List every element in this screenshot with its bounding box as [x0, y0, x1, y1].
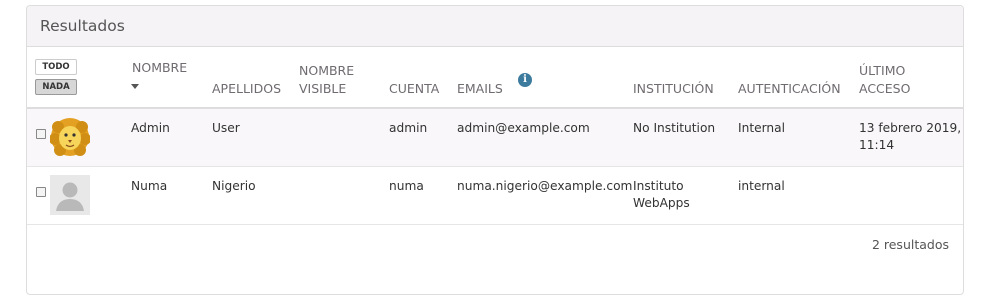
- column-header-institucion[interactable]: INSTITUCIÓN: [633, 80, 714, 98]
- panel-title: Resultados: [27, 6, 963, 47]
- select-all-button[interactable]: TODO: [35, 59, 77, 75]
- row-select-checkbox[interactable]: [36, 129, 46, 139]
- row-institucion-line1: Instituto: [633, 179, 684, 193]
- column-header-cuenta[interactable]: CUENTA: [389, 80, 439, 98]
- select-none-button[interactable]: NADA: [35, 79, 77, 95]
- column-header-nombre[interactable]: NOMBRE: [132, 59, 187, 77]
- lion-avatar-icon: [50, 118, 90, 156]
- column-header-ultimo-acceso-line2: ACCESO: [859, 81, 911, 96]
- row-ultimo-acceso: 13 febrero 2019, 11:14: [859, 120, 961, 154]
- table-row: Numa Nigerio numa numa.nigerio@example.c…: [27, 167, 963, 225]
- row-institucion-line1: No Institution: [633, 121, 716, 135]
- row-ultimo-acceso-line2: 11:14: [859, 138, 895, 152]
- row-nombre: Numa: [131, 179, 168, 193]
- row-select-checkbox[interactable]: [36, 187, 46, 197]
- row-autenticacion: internal: [738, 179, 785, 193]
- column-header-nombre-visible[interactable]: NOMBRE VISIBLE: [299, 62, 354, 98]
- results-count: 2 resultados: [871, 237, 949, 252]
- table-header: TODO NADA NOMBRE APELLIDOS NOMBRE VISIBL…: [27, 47, 963, 109]
- row-institucion: No Institution: [633, 120, 715, 137]
- sort-desc-icon[interactable]: [131, 84, 139, 89]
- column-header-nombre-visible-line2: VISIBLE: [299, 81, 347, 96]
- row-cuenta: numa: [389, 179, 424, 193]
- row-autenticacion: Internal: [738, 121, 785, 135]
- row-institucion: Instituto WebApps: [633, 178, 690, 212]
- row-email: admin@example.com: [457, 121, 590, 135]
- row-nombre: Admin: [131, 121, 170, 135]
- results-panel: Resultados TODO NADA NOMBRE APELLIDOS NO…: [26, 5, 964, 295]
- column-header-nombre-visible-line1: NOMBRE: [299, 63, 355, 78]
- table-row: Admin User admin admin@example.com No In…: [27, 109, 963, 167]
- row-apellidos: Nigerio: [212, 179, 256, 193]
- row-email: numa.nigerio@example.com: [457, 179, 633, 193]
- column-header-ultimo-acceso[interactable]: ÚLTIMO ACCESO: [859, 62, 910, 98]
- row-ultimo-acceso-line1: 13 febrero 2019,: [859, 121, 962, 135]
- column-header-autenticacion[interactable]: AUTENTICACIÓN: [738, 80, 841, 98]
- row-apellidos: User: [212, 121, 240, 135]
- info-icon[interactable]: i: [518, 73, 532, 87]
- row-cuenta: admin: [389, 121, 428, 135]
- column-header-ultimo-acceso-line1: ÚLTIMO: [859, 63, 906, 78]
- column-header-emails[interactable]: EMAILS: [457, 80, 503, 98]
- default-user-avatar-icon: [50, 175, 90, 215]
- column-header-apellidos[interactable]: APELLIDOS: [212, 80, 281, 98]
- row-institucion-line2: WebApps: [633, 196, 690, 210]
